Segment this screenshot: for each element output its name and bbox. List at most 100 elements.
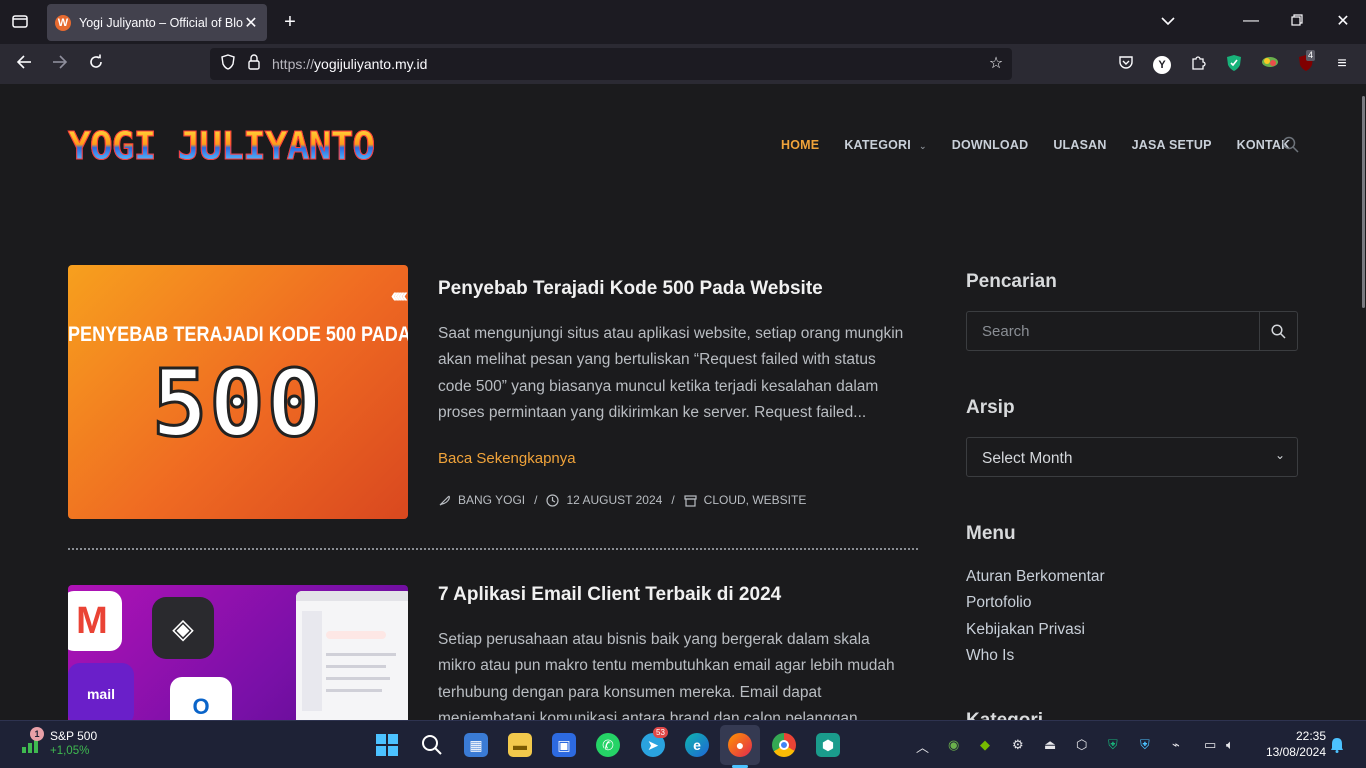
nav-ulasan[interactable]: ULASAN bbox=[1053, 138, 1106, 152]
nvidia-icon[interactable]: ◆ bbox=[980, 737, 990, 753]
excerpt-line: proses permintaan yang dikirimkan ke ser… bbox=[438, 404, 867, 422]
read-more-link[interactable]: Baca Sekengkapnya bbox=[438, 450, 576, 467]
post-excerpt-1: Saat mengunjungi situs atau aplikasi web… bbox=[438, 321, 918, 427]
thumb-big-number: 500 bbox=[150, 349, 325, 459]
telegram-badge: 53 bbox=[653, 727, 668, 738]
excerpt-line: mikro atau pun makro tentu membutuhkan e… bbox=[438, 657, 895, 675]
post-date[interactable]: 12 AUGUST 2024 bbox=[566, 493, 662, 507]
yandex-extension-icon[interactable]: Y bbox=[1152, 54, 1172, 74]
archive-box-icon bbox=[684, 494, 697, 507]
post-thumbnail-1[interactable]: ‹‹‹‹‹ PENYEBAB TERAJADI KODE 500 PADA WE… bbox=[68, 265, 408, 519]
yahoo-mail-icon: mail bbox=[68, 663, 134, 720]
nav-download[interactable]: DOWNLOAD bbox=[952, 138, 1029, 152]
arrows-decoration: ‹‹‹‹‹ bbox=[390, 285, 408, 307]
notification-bell-icon[interactable] bbox=[1330, 737, 1344, 756]
nav-home[interactable]: HOME bbox=[781, 138, 819, 152]
clock-date[interactable]: 13/08/2024 bbox=[1256, 745, 1326, 759]
layers-app-icon: ◈ bbox=[152, 597, 214, 659]
menu-link-kebijakan[interactable]: Kebijakan Privasi bbox=[966, 621, 1085, 639]
stock-name[interactable]: S&P 500 bbox=[50, 729, 97, 743]
post-title-2[interactable]: 7 Aplikasi Email Client Terbaik di 2024 bbox=[438, 584, 781, 606]
shield-icon[interactable] bbox=[218, 54, 238, 76]
shield-extension-icon[interactable] bbox=[1224, 54, 1244, 78]
file-explorer-icon[interactable]: ▬ bbox=[508, 733, 532, 757]
extensions-puzzle-icon[interactable] bbox=[1188, 54, 1208, 76]
post-author[interactable]: BANG YOGI bbox=[458, 493, 525, 507]
lock-icon[interactable] bbox=[244, 54, 264, 76]
close-tab-icon[interactable]: ✕ bbox=[243, 13, 259, 33]
wordpress-icon: W bbox=[55, 14, 71, 31]
hamburger-menu-icon[interactable]: ≡ bbox=[1332, 54, 1352, 74]
whatsapp-icon[interactable]: ✆ bbox=[596, 733, 620, 757]
windows-taskbar: 1 S&P 500 +1,05% ▦ ▬ ▣ ✆ ➤ 53 e ● ⬢ ︿ ◉ … bbox=[0, 720, 1366, 768]
clock-time[interactable]: 22:35 bbox=[1256, 729, 1326, 743]
post-meta-1: BANG YOGI / 12 AUGUST 2024 / CLOUD, WEBS… bbox=[438, 493, 806, 507]
menu-link-whois[interactable]: Who Is bbox=[966, 647, 1014, 665]
ublock-icon[interactable]: 4 bbox=[1296, 50, 1316, 78]
search-input[interactable]: Search bbox=[982, 323, 1030, 340]
display-icon[interactable]: ▭ bbox=[1204, 737, 1216, 753]
url-scheme: https:// bbox=[272, 56, 315, 72]
volume-icon[interactable]: 🔈︎ bbox=[1226, 737, 1234, 753]
post-title-1[interactable]: Penyebab Terajadi Kode 500 Pada Website bbox=[438, 278, 823, 300]
windows-start-icon[interactable] bbox=[375, 733, 399, 757]
back-icon[interactable] bbox=[14, 54, 34, 76]
tab-overview-icon[interactable] bbox=[10, 12, 30, 36]
nav-jasa-setup[interactable]: JASA SETUP bbox=[1132, 138, 1212, 152]
tray-hex-icon[interactable]: ⬡ bbox=[1076, 737, 1087, 753]
bookmark-star-icon[interactable]: ☆ bbox=[986, 54, 1006, 74]
search-icon[interactable] bbox=[1282, 136, 1299, 153]
active-tab[interactable]: W Yogi Juliyanto – Official of Blog ✕ bbox=[47, 4, 267, 41]
stock-widget-icon[interactable]: 1 bbox=[20, 727, 46, 757]
tray-app-icon[interactable]: ⚙ bbox=[1012, 737, 1024, 753]
search-button[interactable] bbox=[1259, 312, 1297, 350]
minimize-icon[interactable]: — bbox=[1241, 11, 1261, 31]
excerpt-line: terhubung dengan para konsumen mereka. E… bbox=[438, 683, 822, 701]
tray-color-icon[interactable]: ◉ bbox=[948, 737, 959, 753]
list-tabs-icon[interactable] bbox=[1158, 12, 1178, 32]
excerpt-line: Setiap perusahaan atau bisnis baik yang … bbox=[438, 631, 870, 648]
nav-kategori[interactable]: KATEGORI ⌄ bbox=[844, 138, 926, 152]
microsoft-store-icon[interactable]: ▣ bbox=[552, 733, 576, 757]
nav-kategori-label: KATEGORI bbox=[844, 138, 911, 152]
post-excerpt-2: Setiap perusahaan atau bisnis baik yang … bbox=[438, 627, 918, 720]
search-icon bbox=[1271, 323, 1286, 339]
network-icon[interactable]: ⌁ bbox=[1172, 737, 1180, 753]
widgets-app-icon[interactable]: ▦ bbox=[464, 733, 488, 757]
search-icon[interactable] bbox=[420, 733, 444, 757]
tab-bar: W Yogi Juliyanto – Official of Blog ✕ + … bbox=[0, 0, 1366, 44]
chevron-down-icon: ⌄ bbox=[918, 141, 927, 151]
post-thumbnail-2[interactable]: M ◈ mail O bbox=[68, 585, 408, 720]
defender-icon[interactable]: ⛨ bbox=[1140, 737, 1150, 753]
excerpt-line: menjembatani komunikasi antara brand dan… bbox=[438, 710, 871, 720]
reload-icon[interactable] bbox=[86, 54, 106, 76]
extension-badge: 4 bbox=[1306, 50, 1316, 61]
show-hidden-icons[interactable]: ︿ bbox=[916, 737, 929, 756]
menu-link-aturan[interactable]: Aturan Berkomentar bbox=[966, 568, 1105, 586]
shield-tray-icon[interactable]: ⛨ bbox=[1108, 737, 1118, 753]
security-app-icon[interactable]: ⬢ bbox=[816, 733, 840, 757]
menu-link-portofolio[interactable]: Portofolio bbox=[966, 594, 1031, 612]
firefox-icon[interactable]: ● bbox=[728, 733, 752, 757]
close-window-icon[interactable]: ✕ bbox=[1333, 12, 1353, 32]
post-categories[interactable]: CLOUD, WEBSITE bbox=[704, 493, 807, 507]
chrome-icon[interactable] bbox=[772, 733, 796, 757]
pocket-icon[interactable] bbox=[1116, 54, 1136, 76]
archive-select-value: Select Month bbox=[982, 450, 1073, 467]
telegram-icon[interactable]: ➤ 53 bbox=[641, 727, 668, 757]
new-tab-icon[interactable]: + bbox=[280, 12, 300, 32]
forward-icon[interactable] bbox=[50, 54, 70, 76]
stock-badge: 1 bbox=[30, 727, 44, 741]
gmail-icon: M bbox=[68, 591, 122, 651]
site-logo[interactable]: YOGI JULIYANTO bbox=[68, 127, 410, 166]
url-text[interactable]: https://yogijuliyanto.my.id bbox=[272, 56, 427, 72]
color-extension-icon[interactable] bbox=[1260, 54, 1280, 76]
usb-icon[interactable]: ⏏ bbox=[1044, 737, 1056, 753]
address-bar[interactable]: https://yogijuliyanto.my.id ☆ bbox=[210, 48, 1012, 80]
thumb-caption: PENYEBAB TERAJADI KODE 500 PADA WEBSITE bbox=[68, 323, 408, 346]
edge-icon[interactable]: e bbox=[685, 733, 709, 757]
restore-icon[interactable] bbox=[1287, 12, 1307, 32]
archive-select[interactable]: Select Month ⌄ bbox=[966, 437, 1298, 477]
page-scrollbar[interactable] bbox=[1362, 96, 1365, 308]
meta-separator: / bbox=[671, 493, 675, 507]
